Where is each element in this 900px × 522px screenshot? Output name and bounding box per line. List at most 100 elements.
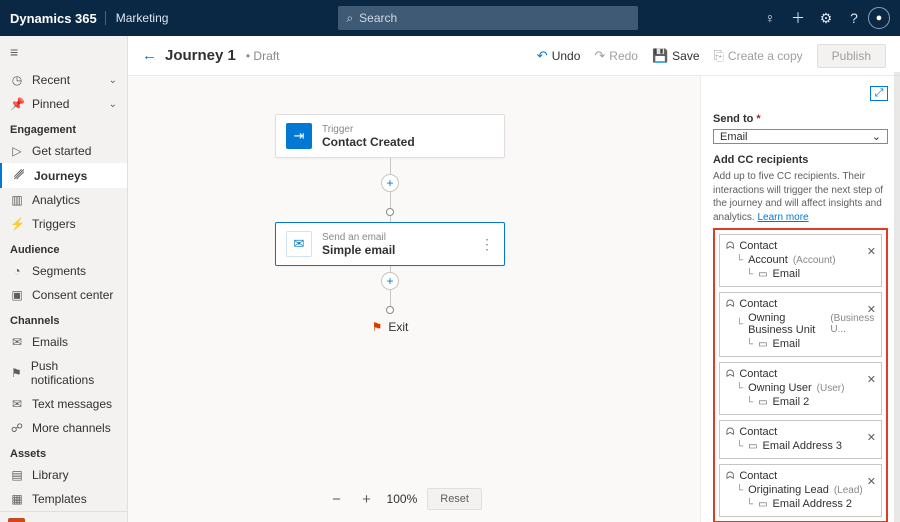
segment-icon: ◔ [10, 264, 24, 278]
sidebar-item-triggers[interactable]: ⚡ Triggers [0, 212, 127, 236]
hamburger-icon[interactable]: ≡ [0, 36, 127, 68]
play-icon: ▷ [10, 144, 24, 158]
field-icon: ▭ [758, 499, 767, 510]
sidebar-item-segments[interactable]: ◔Segments [0, 259, 127, 283]
create-copy-button: ⎘ Create a copy [714, 48, 803, 64]
sendto-select[interactable]: Email ⌄ [713, 129, 888, 144]
clock-icon: ◷ [10, 73, 24, 87]
sidebar-item-more-channels[interactable]: ☍More channels [0, 416, 127, 440]
field-label: Email [773, 268, 801, 280]
learn-more-link[interactable]: Learn more [757, 212, 808, 223]
back-arrow-icon[interactable]: ← [142, 47, 157, 64]
remove-recipient-icon[interactable]: ✕ [867, 475, 876, 488]
sidebar-label: Push notifications [31, 359, 117, 387]
zoom-out-button[interactable]: − [327, 491, 347, 508]
relation-label: Owning Business Unit [748, 312, 825, 336]
cc-recipient-card[interactable]: ✕ᗣContact└▭Email Address 3 [719, 420, 882, 459]
copy-icon: ⎘ [714, 48, 724, 64]
node-trigger[interactable]: ⇥ Trigger Contact Created [275, 114, 505, 158]
add-step-button[interactable]: + [381, 174, 399, 192]
add-icon[interactable]: ＋ [784, 8, 812, 28]
journey-canvas[interactable]: ⇥ Trigger Contact Created + ✉ S [128, 76, 700, 522]
remove-recipient-icon[interactable]: ✕ [867, 431, 876, 444]
remove-recipient-icon[interactable]: ✕ [867, 373, 876, 386]
sidebar-item-emails[interactable]: ✉Emails [0, 330, 127, 354]
remove-recipient-icon[interactable]: ✕ [867, 303, 876, 316]
sidebar-label: Recent [32, 73, 70, 87]
sidebar-item-texts[interactable]: ✉Text messages [0, 392, 127, 416]
help-icon[interactable]: ? [840, 10, 868, 26]
properties-panel: ⤢ Send to * Email ⌄ Add CC recipients Ad… [700, 76, 900, 522]
field-label: Email Address 3 [763, 440, 842, 452]
sidebar-item-get-started[interactable]: ▷Get started [0, 139, 127, 163]
chevron-down-icon: ⌄ [872, 130, 881, 143]
scrollbar[interactable] [894, 72, 900, 522]
undo-button[interactable]: ↶Undo [537, 48, 581, 64]
node-send-email[interactable]: ✉ Send an email Simple email ⋮ [275, 222, 505, 266]
field-icon: ▭ [758, 397, 767, 408]
zoom-in-button[interactable]: + [357, 491, 377, 508]
sidebar-area-switcher[interactable]: RM Real-time marketi... [0, 511, 127, 522]
field-icon: ▭ [758, 269, 767, 280]
sidebar-label: More channels [32, 421, 111, 435]
bolt-icon: ⚡ [10, 217, 24, 231]
brand-name: Dynamics 365 [10, 11, 97, 26]
section-channels: Channels [0, 307, 127, 330]
chevron-down-icon: ⌄ [109, 75, 117, 86]
settings-icon[interactable]: ⚙ [812, 10, 840, 27]
cc-recipient-card[interactable]: ✕ᗣContact└Owning User (User)└▭Email 2 [719, 362, 882, 415]
template-icon: ▦ [10, 492, 24, 506]
relation-type: (User) [817, 383, 845, 394]
sidebar-label: Triggers [32, 217, 76, 231]
area-badge: RM [8, 518, 25, 522]
sidebar-item-analytics[interactable]: ▥Analytics [0, 188, 127, 212]
entity-label: Contact [739, 426, 777, 438]
main-area: ← Journey 1 Draft ↶Undo ↷Redo 💾Save ⎘Cre… [128, 36, 900, 522]
app-topbar: Dynamics 365 Marketing ⌕ Search ♀ ＋ ⚙ ? … [0, 0, 900, 36]
sidebar-label: Journeys [34, 169, 87, 183]
cc-recipients-list: ✕ᗣContact└Account (Account)└▭Email✕ᗣCont… [713, 228, 888, 522]
sidebar-item-templates[interactable]: ▦ Templates [0, 487, 127, 511]
relation-type: (Account) [793, 255, 836, 266]
sidebar-item-library[interactable]: ▤Library [0, 463, 127, 487]
save-button[interactable]: 💾Save [652, 48, 700, 64]
cc-description: Add up to five CC recipients. Their inte… [713, 170, 888, 224]
remove-recipient-icon[interactable]: ✕ [867, 245, 876, 258]
person-icon: ᗣ [726, 427, 734, 438]
global-search[interactable]: ⌕ Search [338, 6, 638, 30]
user-avatar[interactable]: ● [868, 7, 890, 29]
cc-recipient-card[interactable]: ✕ᗣContact└Originating Lead (Lead)└▭Email… [719, 464, 882, 517]
redo-button: ↷Redo [594, 48, 638, 64]
node-more-icon[interactable]: ⋮ [480, 236, 494, 253]
sidebar-item-recent[interactable]: ◷ Recent ⌄ [0, 68, 127, 92]
sidebar-label: Consent center [32, 288, 113, 302]
cc-recipient-card[interactable]: ✕ᗣContact└Account (Account)└▭Email [719, 234, 882, 287]
cc-recipient-card[interactable]: ✕ᗣContact└Owning Business Unit (Business… [719, 292, 882, 357]
pin-icon: 📌 [10, 97, 24, 111]
connector-dot [386, 208, 394, 216]
expand-panel-icon[interactable]: ⤢ [870, 86, 888, 101]
person-icon: ᗣ [726, 241, 734, 252]
sidebar-label: Templates [32, 492, 87, 506]
cmd-label: Create a copy [728, 49, 803, 63]
entity-label: Contact [739, 298, 777, 310]
lightbulb-icon[interactable]: ♀ [756, 10, 784, 26]
person-icon: ᗣ [726, 471, 734, 482]
cmd-label: Save [672, 49, 699, 63]
sidebar-item-journeys[interactable]: ␥Journeys [0, 163, 127, 188]
field-label: Email Address 2 [773, 498, 852, 510]
sidebar-label: Pinned [32, 97, 69, 111]
field-label: Email 2 [773, 396, 810, 408]
sidebar-item-pinned[interactable]: 📌 Pinned ⌄ [0, 92, 127, 116]
zoom-reset-button[interactable]: Reset [427, 488, 482, 510]
node-exit[interactable]: ⚑ Exit [372, 320, 409, 334]
sidebar-item-push[interactable]: ⚑Push notifications [0, 354, 127, 392]
sidebar-label: Library [32, 468, 69, 482]
section-audience: Audience [0, 236, 127, 259]
connector-dot [386, 306, 394, 314]
sidebar-item-consent[interactable]: ▣Consent center [0, 283, 127, 307]
entity-label: Contact [739, 240, 777, 252]
person-icon: ᗣ [726, 369, 734, 380]
add-step-button[interactable]: + [381, 272, 399, 290]
mail-icon: ✉ [10, 335, 24, 349]
